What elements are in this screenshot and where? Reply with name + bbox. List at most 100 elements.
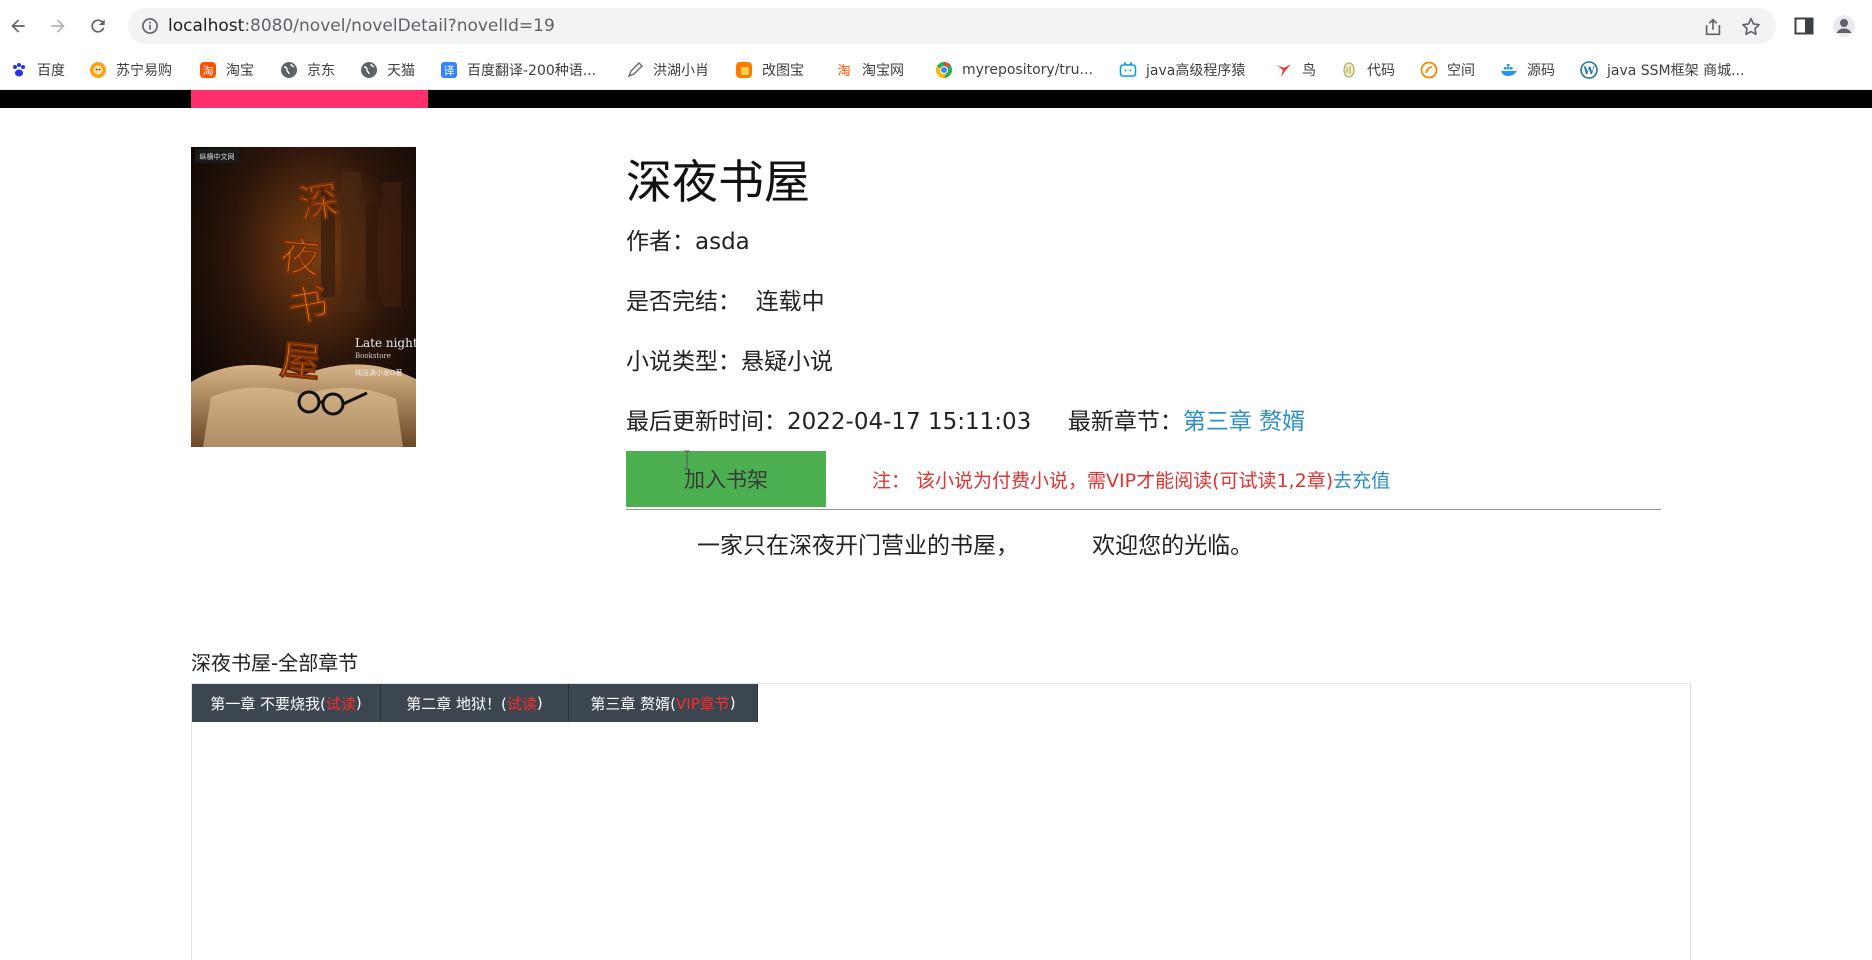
status-label: 是否完结： bbox=[626, 289, 741, 315]
chapter-tag: 试读 bbox=[325, 694, 356, 713]
novel-title: 深夜书屋 bbox=[626, 155, 810, 209]
chapter-name: 第二章 地狱！( bbox=[406, 694, 507, 713]
pen-icon bbox=[627, 62, 643, 78]
bookmark-label: 百度 bbox=[37, 63, 65, 79]
profile-icon[interactable] bbox=[1832, 14, 1856, 38]
forward-button[interactable] bbox=[44, 12, 72, 40]
vip-notice: 注： 该小说为付费小说，需VIP才能阅读(可试读1,2章)去充值 bbox=[872, 466, 1390, 493]
bookmark-label: 苏宁易购 bbox=[116, 63, 172, 79]
bookmark-myrepository[interactable]: myrepository/tru... bbox=[935, 58, 1093, 82]
add-to-shelf-button[interactable]: 加入书架 bbox=[626, 451, 826, 507]
chapter-close: ) bbox=[536, 694, 543, 712]
bookmark-suning[interactable]: 苏宁易购 bbox=[89, 58, 172, 82]
lion-icon bbox=[90, 62, 106, 78]
site-nav-bar bbox=[0, 90, 1872, 108]
text-cursor-icon bbox=[684, 450, 690, 470]
bookmark-bird[interactable]: 鸟 bbox=[1275, 58, 1316, 82]
arrow-right-icon bbox=[51, 19, 65, 33]
bookmark-source[interactable]: 源码 bbox=[1500, 58, 1555, 82]
chapter-close: ) bbox=[355, 694, 362, 712]
share-icon[interactable] bbox=[1702, 16, 1724, 38]
url-text: localhost:8080/novel/novelDetail?novelId… bbox=[168, 16, 555, 36]
cover-title-char-4: 屋 bbox=[278, 336, 323, 387]
bookmark-label: java高级程序猿 bbox=[1146, 63, 1246, 79]
chapter-item-1[interactable]: 第一章 不要烧我(试读) bbox=[192, 684, 381, 722]
bird-icon bbox=[1277, 64, 1291, 77]
bookmark-label: 代码 bbox=[1367, 63, 1395, 79]
cover-author: 纯洁滴小龙O著 bbox=[355, 368, 403, 377]
bookmark-baidu[interactable]: 百度 bbox=[10, 58, 65, 82]
code-icon bbox=[1343, 62, 1355, 78]
novel-status-row: 是否完结： 连载中 bbox=[626, 282, 825, 316]
svg-text:淘: 淘 bbox=[203, 65, 214, 78]
bookmark-honghu[interactable]: 洪湖小肖 bbox=[626, 58, 709, 82]
reload-button[interactable] bbox=[84, 12, 112, 40]
arrow-left-icon bbox=[11, 19, 25, 33]
bookmark-jd[interactable]: 京东 bbox=[280, 58, 335, 82]
star-icon[interactable] bbox=[1740, 16, 1762, 38]
side-panel-icon[interactable] bbox=[1792, 14, 1816, 38]
cover-title-char-3: 书 bbox=[285, 279, 333, 332]
globe-icon bbox=[281, 62, 297, 78]
reload-icon bbox=[91, 19, 105, 33]
bilibili-icon bbox=[1119, 61, 1137, 77]
svg-text:淘: 淘 bbox=[837, 64, 850, 79]
chapter-close: ) bbox=[729, 694, 736, 712]
bookmark-taobao-net[interactable]: 淘 淘宝网 bbox=[835, 58, 904, 82]
novel-intro: 一家只在深夜开门营业的书屋， 欢迎您的光临。 bbox=[697, 526, 1253, 560]
chapter-tag: VIP章节 bbox=[676, 694, 730, 713]
info-divider bbox=[626, 509, 1661, 510]
taobao-icon: 淘 bbox=[837, 64, 850, 79]
cover-publisher-badge: 纵横中文网 bbox=[200, 152, 235, 161]
bookmark-tmall[interactable]: 天猫 bbox=[360, 58, 415, 82]
recharge-link[interactable]: 去充值 bbox=[1333, 470, 1390, 492]
bookmark-label: 淘宝网 bbox=[862, 63, 904, 79]
novel-update-row: 最后更新时间：2022-04-17 15:11:03 最新章节：第三章 赘婿 bbox=[626, 402, 1305, 436]
bookmark-space[interactable]: 空间 bbox=[1420, 58, 1475, 82]
bookmark-taobao[interactable]: 淘 淘宝 bbox=[199, 58, 254, 82]
bookmarks-bar: 百度 苏宁易购 淘 淘宝 京东 天猫 译 百度翻译-200种语... 洪湖小肖 … bbox=[0, 52, 1872, 90]
chapter-item-2[interactable]: 第二章 地狱！(试读) bbox=[381, 684, 569, 722]
bookmark-label: 空间 bbox=[1447, 63, 1475, 79]
chapters-list bbox=[191, 683, 1691, 960]
author-label: 作者： bbox=[626, 229, 695, 255]
status-value: 连载中 bbox=[755, 289, 825, 315]
paw-icon bbox=[13, 63, 25, 77]
bookmark-java-ssm[interactable]: W java SSM框架 商城... bbox=[1580, 58, 1744, 82]
type-label: 小说类型： bbox=[626, 349, 741, 375]
cover-english-title: Late night bbox=[355, 336, 416, 350]
chapter-item-3[interactable]: 第三章 赘婿(VIP章节) bbox=[569, 684, 758, 722]
bookmark-label: 洪湖小肖 bbox=[653, 63, 709, 79]
chapter-tag: 试读 bbox=[506, 694, 537, 713]
bookmark-gaitubao[interactable]: 改图宝 bbox=[735, 58, 804, 82]
site-nav-active-item[interactable] bbox=[191, 90, 428, 108]
bookmark-code[interactable]: 代码 bbox=[1340, 58, 1395, 82]
bookmark-label: 鸟 bbox=[1302, 63, 1316, 79]
latest-chapter-link[interactable]: 第三章 赘婿 bbox=[1183, 409, 1305, 435]
cover-title-char-1: 深 bbox=[296, 177, 342, 229]
bookmark-java-programmer[interactable]: java高级程序猿 bbox=[1119, 58, 1245, 82]
docker-icon bbox=[1501, 64, 1517, 76]
updated-value: 2022-04-17 15:11:03 bbox=[787, 409, 1032, 435]
bookmark-label: java SSM框架 商城... bbox=[1607, 63, 1745, 79]
bookmark-label: 百度翻译-200种语... bbox=[467, 63, 597, 79]
browser-toolbar: localhost:8080/novel/novelDetail?novelId… bbox=[0, 0, 1872, 52]
address-bar[interactable]: localhost:8080/novel/novelDetail?novelId… bbox=[128, 8, 1776, 44]
updated-label: 最后更新时间： bbox=[626, 409, 787, 435]
svg-text:译: 译 bbox=[444, 65, 455, 78]
bookmark-label: 天猫 bbox=[387, 63, 415, 79]
bookmark-baidu-translate[interactable]: 译 百度翻译-200种语... bbox=[440, 58, 596, 82]
square-icon bbox=[736, 62, 752, 78]
vip-notice-text: 注： 该小说为付费小说，需VIP才能阅读(可试读1,2章) bbox=[872, 470, 1334, 492]
bookmark-label: myrepository/tru... bbox=[962, 62, 1093, 78]
svg-text:W: W bbox=[1582, 66, 1595, 77]
info-icon bbox=[142, 18, 158, 34]
novel-author-row: 作者：asda bbox=[626, 222, 750, 256]
bookmark-label: 淘宝 bbox=[226, 63, 254, 79]
book-cover-image: 纵横中文网 深 夜 书 屋 Late night Bookstore 纯洁滴小龙… bbox=[191, 147, 416, 447]
translate-icon: 译 bbox=[441, 62, 457, 78]
author-value: asda bbox=[695, 229, 750, 255]
back-button[interactable] bbox=[4, 12, 32, 40]
intro-part-1: 一家只在深夜开门营业的书屋， bbox=[697, 533, 1019, 559]
chapters-section-title: 深夜书屋-全部章节 bbox=[191, 651, 359, 675]
